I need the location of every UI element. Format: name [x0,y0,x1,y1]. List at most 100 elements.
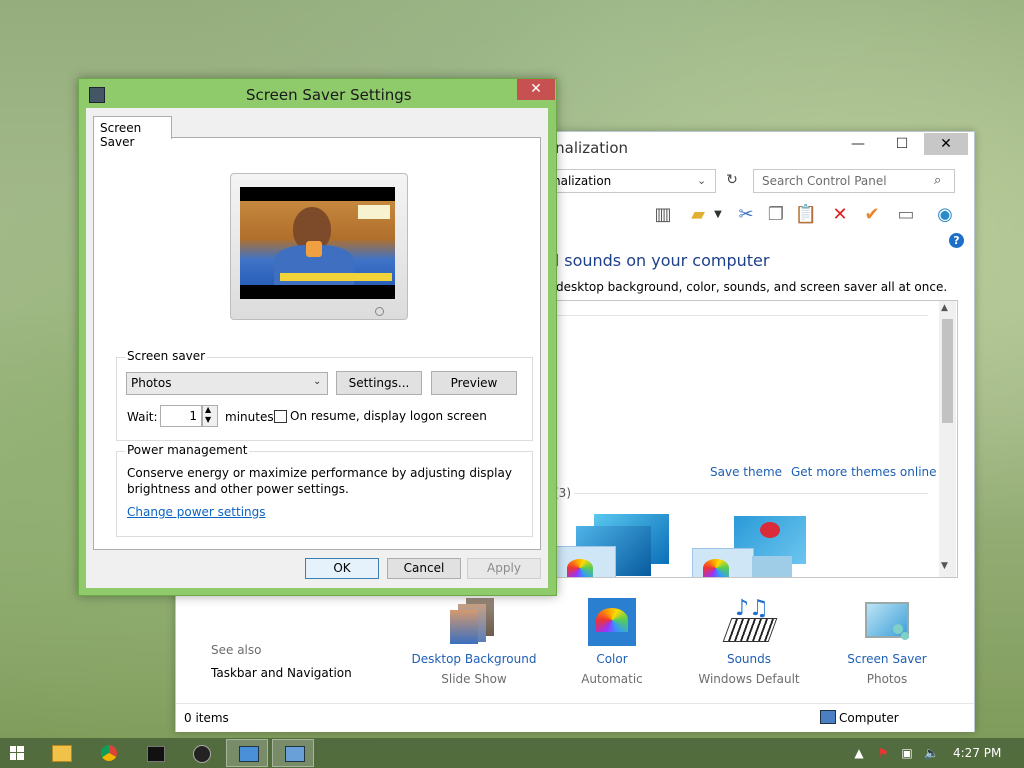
color-item[interactable]: Color Automatic [542,596,682,696]
minutes-label: minutes [225,410,274,424]
media-taskbar-button[interactable] [180,739,222,767]
taskbar: ▲ ⚑ ▣ 🔈 4:27 PM [0,738,1024,768]
refresh-icon[interactable]: ↻ [721,169,743,191]
help-icon[interactable]: ? [949,233,964,248]
wait-stepper[interactable]: ▲ ▼ [202,405,218,427]
search-input[interactable]: Search Control Panel ⌕ [753,169,955,193]
cp-close-button[interactable]: ✕ [924,133,968,155]
dialog-titlebar[interactable]: Screen Saver Settings ✕ [79,79,556,108]
action-center-icon[interactable]: ⚑ [876,746,890,760]
wait-minutes-input[interactable]: 1 [160,405,202,427]
dialog-body: Screen Saver Screen saver Photos ⌄ Setti… [86,108,548,588]
clock[interactable]: 4:27 PM [953,746,1001,760]
control-panel-icon [239,746,259,762]
preview-monitor [230,173,408,320]
paste-icon[interactable]: 📋 [794,204,818,226]
change-power-settings-link[interactable]: Change power settings [127,505,266,519]
location-label: Computer [839,711,899,725]
close-button[interactable]: ✕ [517,79,555,100]
maximize-button[interactable]: ☐ [880,133,924,155]
color-sub: Automatic [581,672,643,686]
desktop-background-item[interactable]: Desktop Background Slide Show [404,596,544,696]
dropdown-arrow-icon[interactable]: ▼ [706,204,730,226]
divider [574,493,928,494]
scroll-down-icon[interactable]: ▼ [941,561,948,571]
monitor-icon [89,87,105,103]
address-text: nalization [553,174,612,188]
theme-thumbnail[interactable] [692,514,806,577]
desktop-background-label[interactable]: Desktop Background [404,652,544,666]
wait-value: 1 [189,409,197,423]
chrome-taskbar-button[interactable] [88,739,130,767]
screen-saver-group: Screen saver Photos ⌄ Settings... Previe… [116,349,533,441]
control-panel-taskbar-button[interactable] [226,739,268,767]
properties-icon[interactable]: ▭ [894,204,918,226]
address-bar[interactable]: nalization ⌄ [546,169,716,193]
delete-icon[interactable]: ✕ [828,204,852,226]
sounds-label[interactable]: Sounds [679,652,819,666]
spin-up-icon[interactable]: ▲ [205,405,211,414]
cut-icon[interactable]: ✂ [734,204,758,226]
get-more-themes-link[interactable]: Get more themes online [791,465,937,479]
cancel-button[interactable]: Cancel [387,558,461,579]
minimize-button[interactable]: — [836,133,880,155]
preview-photo-logo [358,205,390,219]
scroll-thumb[interactable] [942,319,953,423]
power-description: Conserve energy or maximize performance … [127,466,512,480]
file-explorer-taskbar-button[interactable] [40,739,82,767]
monitor-power-icon [375,307,384,316]
preview-photo-caption [280,273,392,281]
tab-panel: Screen saver Photos ⌄ Settings... Previe… [93,137,541,550]
chevron-down-icon[interactable]: ⌄ [697,174,706,187]
preview-button[interactable]: Preview [431,371,517,395]
windows-start-icon[interactable] [10,746,24,760]
taskbar-navigation-link[interactable]: Taskbar and Navigation [211,666,352,680]
screen-saver-taskbar-button[interactable] [272,739,314,767]
power-description: brightness and other power settings. [127,482,349,496]
power-management-group: Power management Conserve energy or maxi… [116,443,533,537]
screen-saver-item[interactable]: Screen Saver Photos [817,596,957,696]
preview-screen [240,187,395,299]
scroll-up-icon[interactable]: ▲ [941,303,948,313]
copy-icon[interactable]: ❐ [764,204,788,226]
check-icon[interactable]: ✔ [860,204,884,226]
themes-list[interactable]: Save theme Get more themes online (3) ▲ … [551,300,958,578]
sounds-sub: Windows Default [698,672,800,686]
network-icon[interactable]: ▣ [900,746,914,760]
logon-screen-label[interactable]: On resume, display logon screen [290,409,487,423]
monitor-icon [285,746,305,762]
logon-screen-checkbox[interactable] [274,410,287,423]
preview-photo [240,201,395,285]
save-theme-link[interactable]: Save theme [710,465,782,479]
status-bar: 0 items Computer [176,703,974,732]
preview-photo-badge [306,241,322,257]
screen-saver-label[interactable]: Screen Saver [817,652,957,666]
command-toolbar: ▥ ▰ ▼ ✂ ❐ 📋 ✕ ✔ ▭ ◉ [646,200,964,230]
vertical-scrollbar[interactable]: ▲ ▼ [939,301,956,577]
layout-icon[interactable]: ▥ [651,204,675,226]
divider [552,315,928,316]
search-placeholder: Search Control Panel [762,174,887,188]
screen-saver-select[interactable]: Photos ⌄ [126,372,328,395]
volume-icon[interactable]: 🔈 [924,746,939,760]
tab-screen-saver[interactable]: Screen Saver [93,116,172,149]
app-taskbar-button[interactable] [134,739,176,767]
apply-button[interactable]: Apply [467,558,541,579]
ok-button[interactable]: OK [305,558,379,579]
spin-down-icon[interactable]: ▼ [205,415,211,424]
theme-thumbnail[interactable] [554,514,669,577]
desktop-background-sub: Slide Show [441,672,507,686]
group-label: Power management [125,443,250,457]
sounds-item[interactable]: ♪♫ Sounds Windows Default [679,596,819,696]
screen-saver-icon [863,598,911,646]
search-icon[interactable]: ⌕ [934,173,941,188]
chrome-icon [101,745,117,761]
computer-icon [820,710,836,724]
settings-button[interactable]: Settings... [336,371,422,395]
folder-icon [52,745,72,762]
color-label[interactable]: Color [542,652,682,666]
color-icon [588,598,636,646]
globe-icon[interactable]: ◉ [933,204,957,226]
show-hidden-icons-icon[interactable]: ▲ [852,746,866,760]
app-icon [147,746,165,762]
